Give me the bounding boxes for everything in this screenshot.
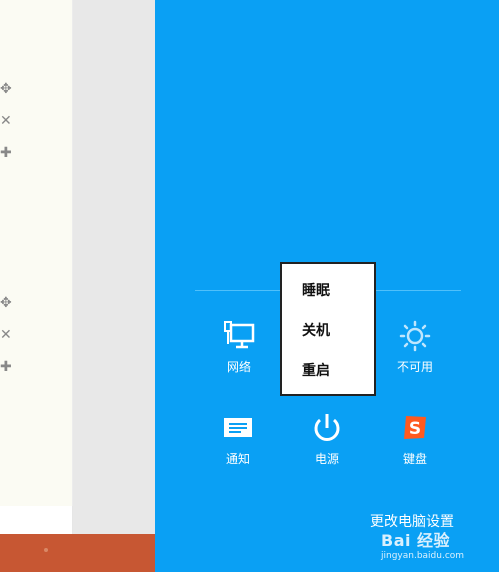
watermark-logo: Bai 经验 — [381, 531, 451, 550]
watermark-url: jingyan.baidu.com — [381, 551, 465, 561]
notifications-label: 通知 — [225, 452, 250, 466]
menu-item-restart[interactable]: 重启 — [302, 360, 330, 380]
brightness-icon — [399, 320, 431, 352]
brightness-tile[interactable]: 不可用 — [375, 320, 455, 375]
taskbar — [0, 534, 155, 572]
add-icon[interactable]: ✚ — [0, 360, 12, 374]
power-label: 电源 — [314, 452, 339, 466]
document-footer — [0, 506, 72, 534]
notifications-tile[interactable]: 通知 — [198, 412, 278, 467]
close-icon[interactable]: ✕ — [0, 114, 12, 128]
menu-item-shutdown[interactable]: 关机 — [302, 320, 330, 340]
move-handle-icon[interactable]: ✥ — [0, 82, 12, 96]
background-strip — [73, 0, 155, 534]
network-icon — [224, 321, 255, 349]
move-handle-icon[interactable]: ✥ — [0, 296, 12, 310]
power-menu: 睡眠 关机 重启 — [280, 262, 376, 396]
taskbar-dot — [44, 548, 48, 552]
keyboard-tile[interactable]: S 键盘 — [375, 412, 455, 467]
keyboard-label: 键盘 — [402, 452, 427, 466]
svg-text:S: S — [409, 419, 421, 439]
close-icon[interactable]: ✕ — [0, 328, 12, 342]
network-tile[interactable]: 网络 — [199, 320, 279, 375]
baidu-watermark: Bai 经验 jingyan.baidu.com — [381, 527, 464, 561]
notification-icon — [224, 418, 252, 437]
document-area: ✥ ✕ ✚ ✥ ✕ ✚ — [0, 0, 73, 506]
brightness-label: 不可用 — [396, 360, 433, 374]
menu-item-sleep[interactable]: 睡眠 — [302, 280, 330, 300]
power-icon — [314, 414, 340, 441]
sogou-keyboard-icon: S — [404, 416, 426, 439]
network-label: 网络 — [226, 360, 251, 374]
add-icon[interactable]: ✚ — [0, 146, 12, 160]
power-tile[interactable]: 电源 — [287, 412, 367, 467]
